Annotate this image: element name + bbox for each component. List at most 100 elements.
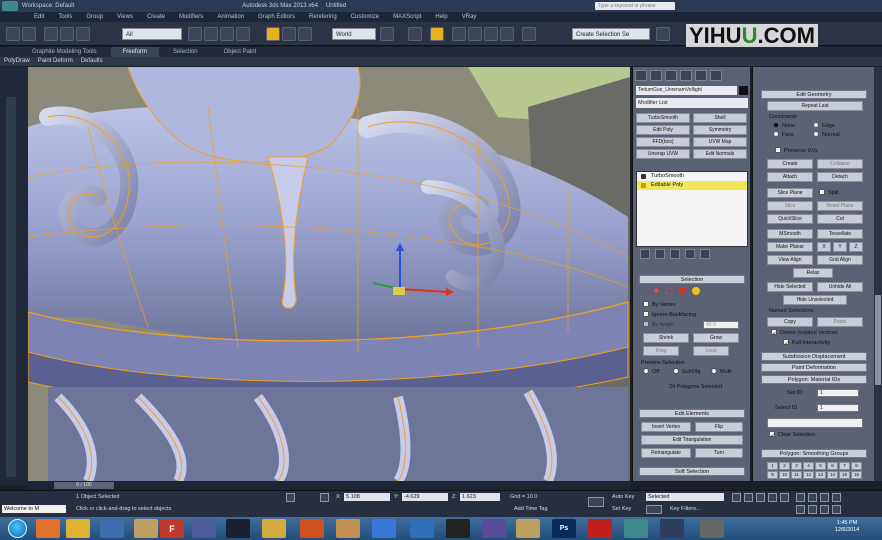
- spinner-snap-icon[interactable]: [500, 27, 514, 41]
- maxscript-mini-listener[interactable]: Welcome to M: [2, 505, 66, 513]
- grow-button[interactable]: Grow: [693, 333, 739, 343]
- modify-tab-icon[interactable]: [650, 70, 662, 81]
- filezilla-icon[interactable]: F: [160, 519, 184, 538]
- constraint-none-radio[interactable]: None: [773, 122, 795, 130]
- rotate-icon[interactable]: [282, 27, 296, 41]
- add-time-tag[interactable]: Add Time Tag: [514, 506, 548, 512]
- paint-deformation-rollout[interactable]: Paint Deformation: [761, 363, 867, 372]
- chrome-icon[interactable]: [66, 519, 90, 538]
- key-icon[interactable]: [588, 497, 604, 507]
- angle-snap-icon[interactable]: [468, 27, 482, 41]
- by-angle-field[interactable]: 45.0: [703, 321, 739, 329]
- menu-graph-editors[interactable]: Graph Editors: [258, 14, 295, 20]
- tab-object-paint[interactable]: Object Paint: [212, 47, 269, 57]
- app-icon[interactable]: [446, 519, 470, 538]
- remove-modifier-icon[interactable]: [685, 249, 695, 259]
- menu-customize[interactable]: Customize: [351, 14, 379, 20]
- edge-mode-icon[interactable]: ✚: [653, 287, 659, 295]
- auto-key-label[interactable]: Auto Key: [612, 494, 634, 500]
- zoom-icon[interactable]: [796, 493, 805, 502]
- lock-selection-icon[interactable]: [286, 493, 295, 502]
- orbit-icon[interactable]: [820, 505, 829, 514]
- motion-tab-icon[interactable]: [680, 70, 692, 81]
- subdivision-displacement-rollout[interactable]: Subdivision Displacement: [761, 352, 867, 361]
- preserve-uvs-checkbox[interactable]: Preserve UVs: [775, 147, 818, 155]
- planar-y-button[interactable]: Y: [833, 242, 847, 252]
- tab-freeform[interactable]: Freeform: [110, 47, 159, 57]
- zoom-all-icon[interactable]: [808, 493, 817, 502]
- hide-unselected-button[interactable]: Hide Unselected: [783, 295, 847, 305]
- loop-button[interactable]: Loop: [693, 346, 729, 356]
- mirror-icon[interactable]: [656, 27, 670, 41]
- stack-light-icon[interactable]: [641, 183, 646, 188]
- undo-icon[interactable]: [6, 27, 20, 41]
- sg-button[interactable]: 12: [803, 471, 814, 479]
- field-of-view-icon[interactable]: [796, 505, 805, 514]
- app-icon[interactable]: [700, 519, 724, 538]
- tab-selection[interactable]: Selection: [161, 47, 210, 57]
- turn-button[interactable]: Turn: [695, 448, 743, 458]
- edit-geometry-rollout-title[interactable]: Edit Geometry: [761, 90, 867, 99]
- menu-vray[interactable]: VRay: [462, 14, 477, 20]
- configure-sets-icon[interactable]: [700, 249, 710, 259]
- sg-button[interactable]: 16: [851, 471, 862, 479]
- preview-subobj-radio[interactable]: SubObj: [673, 368, 700, 376]
- ribbon-paint-deform[interactable]: Paint Deform: [38, 57, 73, 66]
- edit-elements-rollout-title[interactable]: Edit Elements: [639, 409, 745, 418]
- ignore-backfacing-checkbox[interactable]: Ignore Backfacing: [643, 311, 696, 319]
- edit-poly-button[interactable]: Edit Poly: [636, 125, 690, 135]
- file-explorer-icon[interactable]: [262, 519, 286, 538]
- menu-animation[interactable]: Animation: [217, 14, 244, 20]
- constraint-edge-radio[interactable]: Edge: [813, 122, 835, 130]
- make-unique-icon[interactable]: [670, 249, 680, 259]
- uvw-map-button[interactable]: UVW Map: [693, 137, 747, 147]
- go-to-start-icon[interactable]: [732, 493, 741, 502]
- menu-maxscript[interactable]: MAXScript: [393, 14, 421, 20]
- sg-button[interactable]: 6: [827, 462, 838, 470]
- bind-space-warp-icon[interactable]: [76, 27, 90, 41]
- modifier-list-dropdown[interactable]: Modifier List: [636, 98, 748, 108]
- sg-button[interactable]: 14: [827, 471, 838, 479]
- folder-icon[interactable]: [336, 519, 360, 538]
- soft-selection-rollout-title[interactable]: Soft Selection: [639, 467, 745, 476]
- show-end-result-icon[interactable]: [655, 249, 665, 259]
- object-name-field[interactable]: TedumGue_UnrenamVellight: [636, 86, 737, 95]
- tab-graphite-modeling-tools[interactable]: Graphite Modeling Tools: [20, 47, 109, 57]
- utilities-tab-icon[interactable]: [710, 70, 722, 81]
- search-input[interactable]: Type a keyword or phrase: [595, 2, 675, 10]
- object-color-swatch[interactable]: [739, 86, 748, 95]
- quickslice-button[interactable]: QuickSlice: [767, 214, 813, 224]
- unlink-icon[interactable]: [60, 27, 74, 41]
- dropbox-icon[interactable]: [372, 519, 396, 538]
- app-icon[interactable]: [516, 519, 540, 538]
- menu-create[interactable]: Create: [147, 14, 165, 20]
- photoshop-icon[interactable]: Ps: [552, 519, 576, 538]
- planar-z-button[interactable]: Z: [849, 242, 863, 252]
- app-icon[interactable]: [134, 519, 158, 538]
- vertex-mode-icon[interactable]: ⋅: [645, 287, 647, 295]
- media-player-icon[interactable]: [300, 519, 324, 538]
- app-icon[interactable]: [192, 519, 216, 538]
- edit-normals-button[interactable]: Edit Normals: [693, 149, 747, 159]
- msmooth-button[interactable]: MSmooth: [767, 229, 813, 239]
- menu-tools[interactable]: Tools: [58, 14, 72, 20]
- ring-button[interactable]: Ring: [643, 346, 679, 356]
- maximize-viewport-icon[interactable]: [832, 505, 841, 514]
- make-planar-button[interactable]: Make Planar: [767, 242, 813, 252]
- zoom-extents-icon[interactable]: [820, 493, 829, 502]
- app-icon[interactable]: [482, 519, 506, 538]
- sg-button[interactable]: 8: [851, 462, 862, 470]
- shrink-button[interactable]: Shrink: [643, 333, 689, 343]
- system-tray[interactable]: [744, 525, 804, 535]
- ribbon-polydraw[interactable]: PolyDraw: [4, 57, 30, 66]
- symmetry-button[interactable]: Symmetry: [693, 125, 747, 135]
- insert-vertex-button[interactable]: Insert Vertex: [641, 422, 691, 432]
- by-angle-checkbox[interactable]: By Angle:: [643, 321, 675, 329]
- constraint-normal-radio[interactable]: Normal: [813, 131, 840, 139]
- stack-light-icon[interactable]: [641, 174, 646, 179]
- select-id-field[interactable]: 1: [817, 404, 859, 412]
- select-by-name-icon[interactable]: [204, 27, 218, 41]
- detach-button[interactable]: Detach: [817, 172, 863, 182]
- app-icon[interactable]: [410, 519, 434, 538]
- select-id-button[interactable]: Select ID: [775, 404, 797, 412]
